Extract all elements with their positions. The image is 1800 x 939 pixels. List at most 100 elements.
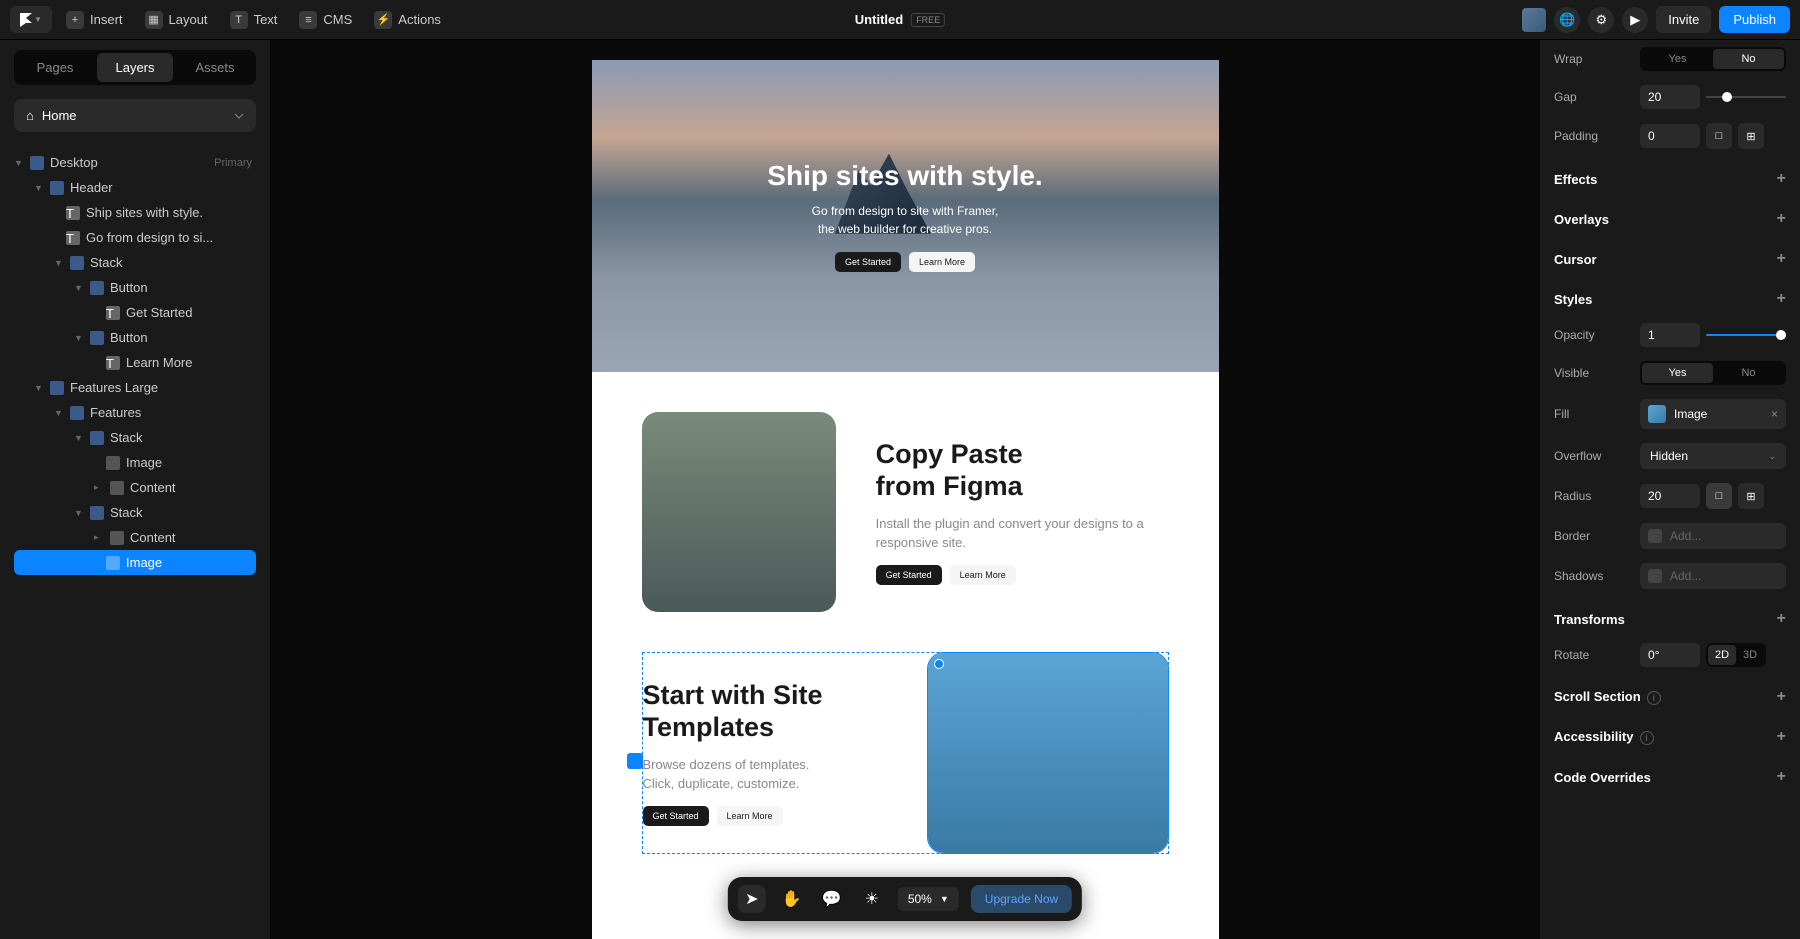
wrap-toggle[interactable]: YesNo	[1640, 47, 1786, 71]
layout-button[interactable]: ▦Layout	[137, 6, 216, 34]
feat2-learn-more[interactable]: Learn More	[717, 806, 783, 826]
invite-button[interactable]: Invite	[1656, 6, 1711, 33]
page-selector[interactable]: ⌂ Home	[14, 99, 256, 132]
feat1-learn-more[interactable]: Learn More	[950, 565, 1016, 585]
add-cursor-button[interactable]: +	[1777, 250, 1786, 268]
add-transform-button[interactable]: +	[1777, 610, 1786, 628]
text-button[interactable]: TText	[222, 6, 286, 34]
layer-image-1[interactable]: Image	[14, 450, 256, 475]
layer-features-large[interactable]: ▼Features Large	[14, 375, 256, 400]
globe-icon[interactable]: 🌐	[1554, 7, 1580, 33]
rotate-input[interactable]	[1640, 643, 1700, 667]
layer-learn-more[interactable]: TLearn More	[14, 350, 256, 375]
opacity-input[interactable]	[1640, 323, 1700, 347]
feature-row-2-selected[interactable]: Start with SiteTemplates Browse dozens o…	[642, 652, 1169, 854]
add-style-button[interactable]: +	[1777, 290, 1786, 308]
theme-icon[interactable]: ☀	[858, 885, 886, 913]
publish-button[interactable]: Publish	[1719, 6, 1790, 33]
border-label: Border	[1554, 529, 1630, 543]
radius-separate-icon[interactable]: ⊞	[1738, 483, 1764, 509]
layer-image-selected[interactable]: Image	[14, 550, 256, 575]
user-avatar[interactable]	[1522, 8, 1546, 32]
rotate-mode-toggle[interactable]: 2D3D	[1706, 643, 1766, 667]
layer-button-2[interactable]: ▼Button	[14, 325, 256, 350]
padding-uniform-icon[interactable]: □	[1706, 123, 1732, 149]
layer-tree: ▼DesktopPrimary ▼Header TShip sites with…	[14, 150, 256, 575]
layer-stack-2[interactable]: ▼Stack	[14, 425, 256, 450]
layer-stack-1[interactable]: ▼Stack	[14, 250, 256, 275]
info-icon[interactable]: i	[1640, 731, 1654, 745]
feature-2-title[interactable]: Start with SiteTemplates	[643, 680, 888, 742]
add-scroll-button[interactable]: +	[1777, 688, 1786, 706]
radius-label: Radius	[1554, 489, 1630, 503]
layer-header[interactable]: ▼Header	[14, 175, 256, 200]
feature-row-1[interactable]: Copy Pastefrom Figma Install the plugin …	[592, 372, 1219, 652]
hero-title[interactable]: Ship sites with style.	[767, 160, 1042, 192]
comment-tool-icon[interactable]: 💬	[818, 885, 846, 913]
tab-pages[interactable]: Pages	[17, 53, 93, 82]
layer-stack-3[interactable]: ▼Stack	[14, 500, 256, 525]
tab-assets[interactable]: Assets	[177, 53, 253, 82]
home-icon: ⌂	[26, 108, 34, 123]
visible-toggle[interactable]: YesNo	[1640, 361, 1786, 385]
radius-input[interactable]	[1640, 484, 1700, 508]
cursor-tool-icon[interactable]: ➤	[738, 885, 766, 913]
feat1-get-started[interactable]: Get Started	[876, 565, 942, 585]
document-title[interactable]: UntitledFREE	[855, 12, 945, 27]
shadows-add[interactable]: Add...	[1640, 563, 1786, 589]
cms-button[interactable]: ≡CMS	[291, 6, 360, 34]
selection-handle-icon[interactable]	[627, 753, 643, 769]
hero-subtitle[interactable]: Go from design to site with Framer,the w…	[812, 202, 999, 238]
feature-2-desc[interactable]: Browse dozens of templates.Click, duplic…	[643, 755, 888, 794]
add-overlay-button[interactable]: +	[1777, 210, 1786, 228]
styles-header: Styles	[1554, 292, 1592, 307]
padding-input[interactable]	[1640, 124, 1700, 148]
layer-text-2[interactable]: TGo from design to si...	[14, 225, 256, 250]
layer-get-started[interactable]: TGet Started	[14, 300, 256, 325]
gap-input[interactable]	[1640, 85, 1700, 109]
hero-section[interactable]: Ship sites with style. Go from design to…	[592, 60, 1219, 372]
add-effect-button[interactable]: +	[1777, 170, 1786, 188]
feature-image-1[interactable]	[642, 412, 836, 612]
tab-layers[interactable]: Layers	[97, 53, 173, 82]
feature-1-title[interactable]: Copy Pastefrom Figma	[876, 439, 1169, 501]
layer-button-1[interactable]: ▼Button	[14, 275, 256, 300]
zoom-control[interactable]: 50%▼	[898, 887, 959, 911]
add-code-button[interactable]: +	[1777, 768, 1786, 786]
info-icon[interactable]: i	[1647, 691, 1661, 705]
radius-uniform-icon[interactable]: □	[1706, 483, 1732, 509]
fill-thumbnail-icon	[1648, 405, 1666, 423]
feature-image-2-selected[interactable]	[928, 653, 1168, 853]
right-panel: WrapYesNo Gap.slider::after{left:var(--p…	[1540, 40, 1800, 939]
layer-content-2[interactable]: ▸Content	[14, 525, 256, 550]
play-icon[interactable]: ▶	[1622, 7, 1648, 33]
remove-fill-icon[interactable]: ×	[1771, 407, 1778, 421]
cursor-header: Cursor	[1554, 252, 1597, 267]
layer-text-1[interactable]: TShip sites with style.	[14, 200, 256, 225]
feature-1-desc[interactable]: Install the plugin and convert your desi…	[876, 514, 1169, 553]
layer-content-1[interactable]: ▸Content	[14, 475, 256, 500]
gap-slider[interactable]: .slider::after{left:var(--p,0)}	[1706, 96, 1786, 98]
opacity-slider[interactable]	[1706, 334, 1786, 336]
canvas[interactable]: Ship sites with style. Go from design to…	[592, 60, 1219, 939]
app-logo-button[interactable]: ▼	[10, 6, 52, 33]
hero-get-started[interactable]: Get Started	[835, 252, 901, 272]
fill-control[interactable]: Image×	[1640, 399, 1786, 429]
layer-desktop[interactable]: ▼DesktopPrimary	[14, 150, 256, 175]
chevron-down-icon: ⌄	[1768, 451, 1776, 462]
layer-features[interactable]: ▼Features	[14, 400, 256, 425]
canvas-area[interactable]: Ship sites with style. Go from design to…	[270, 40, 1540, 939]
scroll-section-header: Scroll Sectioni	[1554, 689, 1661, 705]
insert-button[interactable]: +Insert	[58, 6, 131, 34]
padding-separate-icon[interactable]: ⊞	[1738, 123, 1764, 149]
upgrade-button[interactable]: Upgrade Now	[971, 885, 1072, 913]
hand-tool-icon[interactable]: ✋	[778, 885, 806, 913]
overflow-select[interactable]: Hidden⌄	[1640, 443, 1786, 469]
wrap-label: Wrap	[1554, 52, 1630, 66]
settings-icon[interactable]: ⚙	[1588, 7, 1614, 33]
border-add[interactable]: Add...	[1640, 523, 1786, 549]
feat2-get-started[interactable]: Get Started	[643, 806, 709, 826]
add-a11y-button[interactable]: +	[1777, 728, 1786, 746]
actions-button[interactable]: ⚡Actions	[366, 6, 449, 34]
hero-learn-more[interactable]: Learn More	[909, 252, 975, 272]
